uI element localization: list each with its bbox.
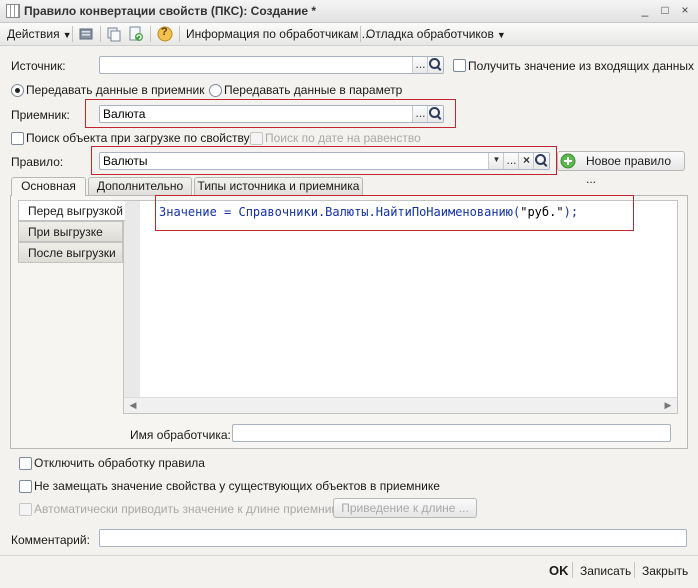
close-window-button[interactable]: × bbox=[677, 3, 693, 17]
copy-icon[interactable] bbox=[106, 26, 122, 42]
handler-name-field[interactable] bbox=[232, 424, 671, 442]
window-titlebar: Правило конвертации свойств (ПКС): Созда… bbox=[0, 0, 698, 23]
handler-name-label: Имя обработчика: bbox=[130, 428, 231, 442]
search-icon bbox=[429, 58, 440, 69]
comment-field[interactable] bbox=[99, 529, 687, 547]
window-title: Правило конвертации свойств (ПКС): Созда… bbox=[24, 4, 317, 18]
get-from-incoming-checkbox[interactable] bbox=[453, 59, 466, 72]
handler-on-export[interactable]: При выгрузке bbox=[18, 221, 123, 242]
save-button[interactable]: Записать bbox=[580, 564, 631, 578]
footer-separator bbox=[572, 562, 573, 578]
rule-label: Правило: bbox=[11, 155, 64, 169]
cast-to-length-button: Приведение к длине ... bbox=[333, 498, 477, 518]
scroll-right-icon[interactable]: ▶ bbox=[662, 400, 674, 410]
toolbar-separator bbox=[72, 26, 73, 42]
highlight-box-code bbox=[155, 195, 634, 231]
minimize-button[interactable]: _ bbox=[637, 3, 653, 17]
pass-to-param-radio[interactable] bbox=[209, 84, 222, 97]
disable-rule-label: Отключить обработку правила bbox=[34, 456, 205, 470]
help-glyph: ? bbox=[161, 26, 168, 38]
toolbar: Действия ▼ ? Информация по обработчикам .… bbox=[0, 23, 698, 46]
maximize-button[interactable]: □ bbox=[657, 3, 673, 17]
tab-additional[interactable]: Дополнительно bbox=[88, 177, 192, 195]
new-rule-label: Новое правило ... bbox=[586, 154, 671, 186]
no-replace-checkbox[interactable] bbox=[19, 480, 32, 493]
pass-to-param-label: Передавать данные в параметр bbox=[224, 83, 403, 97]
editor-gutter bbox=[124, 201, 140, 399]
toolbar-separator bbox=[360, 26, 361, 42]
search-by-property-checkbox[interactable] bbox=[11, 132, 24, 145]
disable-rule-checkbox[interactable] bbox=[19, 457, 32, 470]
search-by-date-checkbox bbox=[250, 132, 263, 145]
toolbar-separator bbox=[179, 26, 180, 42]
add-icon bbox=[560, 153, 576, 169]
tab-source-receiver-types[interactable]: Типы источника и приемника bbox=[194, 177, 363, 195]
get-from-incoming-label: Получить значение из входящих данных bbox=[468, 59, 695, 73]
no-replace-label: Не замещать значение свойства у существу… bbox=[34, 479, 440, 493]
source-field[interactable]: ... bbox=[99, 56, 444, 74]
toolbar-separator bbox=[150, 26, 151, 42]
ok-button[interactable]: OK bbox=[549, 563, 569, 578]
receiver-label: Приемник: bbox=[11, 108, 70, 122]
auto-cast-checkbox bbox=[19, 503, 32, 516]
highlight-box-receiver bbox=[85, 99, 456, 128]
new-rule-button[interactable]: Новое правило ... bbox=[557, 151, 685, 186]
source-search-button[interactable] bbox=[427, 57, 443, 73]
source-label: Источник: bbox=[11, 59, 66, 73]
help-icon[interactable]: ? bbox=[157, 26, 173, 42]
app-icon bbox=[6, 4, 20, 18]
horizontal-scrollbar[interactable]: ◀ ▶ bbox=[124, 397, 677, 413]
footer-separator bbox=[634, 562, 635, 578]
list-icon[interactable] bbox=[78, 26, 94, 42]
auto-cast-label: Автоматически приводить значение к длине… bbox=[34, 502, 344, 516]
actions-label: Действия bbox=[7, 27, 60, 41]
debug-handlers-menu[interactable]: Отладка обработчиков ▼ bbox=[366, 26, 506, 42]
dropdown-arrow-icon: ▼ bbox=[62, 30, 72, 40]
search-by-date-label: Поиск по дате на равенство bbox=[265, 131, 421, 145]
handlers-info-button[interactable]: Информация по обработчикам ... bbox=[186, 26, 372, 42]
pass-to-receiver-label: Передавать данные в приемник bbox=[26, 83, 205, 97]
close-button[interactable]: Закрыть bbox=[642, 564, 688, 578]
tab-main[interactable]: Основная bbox=[11, 177, 86, 196]
search-by-property-label: Поиск объекта при загрузке по свойству bbox=[26, 131, 250, 145]
debug-label: Отладка обработчиков bbox=[366, 27, 494, 41]
scroll-left-icon[interactable]: ◀ bbox=[127, 400, 139, 410]
refresh-document-icon[interactable] bbox=[128, 26, 144, 42]
highlight-box-rule bbox=[91, 146, 557, 175]
source-select-button[interactable]: ... bbox=[412, 57, 428, 73]
code-editor[interactable]: Значение = Справочники.Валюты.НайтиПоНаи… bbox=[123, 200, 678, 414]
comment-label: Комментарий: bbox=[11, 533, 90, 547]
toolbar-separator bbox=[100, 26, 101, 42]
dropdown-arrow-icon: ▼ bbox=[496, 30, 506, 40]
bottom-bar: OK Записать Закрыть bbox=[0, 555, 698, 588]
handler-after-export[interactable]: После выгрузки bbox=[18, 242, 123, 263]
actions-menu[interactable]: Действия ▼ bbox=[7, 26, 72, 42]
handler-before-export[interactable]: Перед выгрузкой bbox=[18, 200, 125, 221]
pass-to-receiver-radio[interactable] bbox=[11, 84, 24, 97]
